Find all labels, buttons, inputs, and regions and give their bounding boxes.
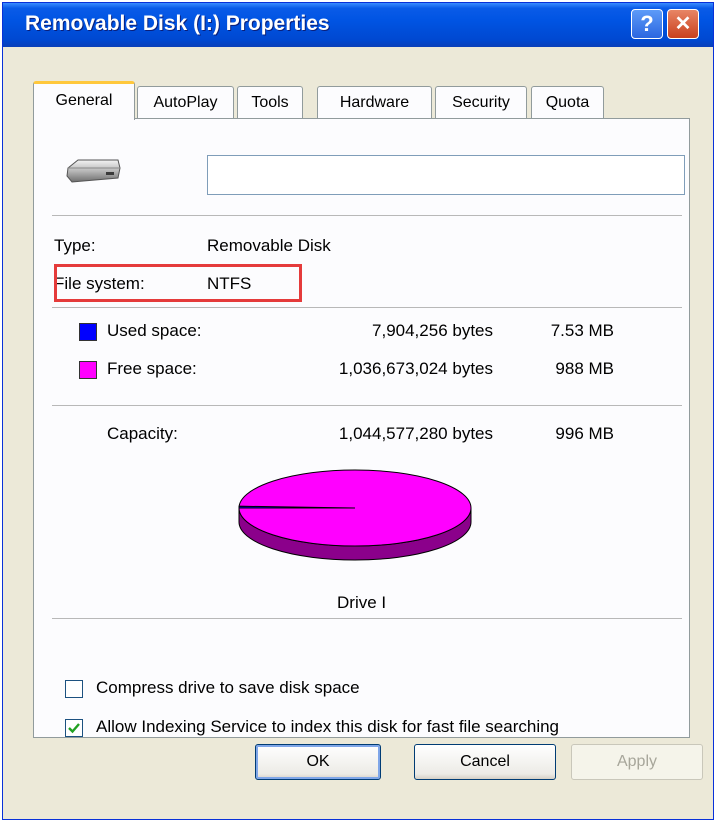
- tab-quota[interactable]: Quota: [531, 86, 604, 119]
- apply-button[interactable]: Apply: [571, 744, 703, 780]
- window-title: Removable Disk (I:) Properties: [25, 12, 330, 35]
- tab-tools[interactable]: Tools: [237, 86, 303, 119]
- separator: [52, 618, 682, 619]
- compress-drive-label: Compress drive to save disk space: [96, 678, 360, 697]
- title-bar[interactable]: Removable Disk (I:) Properties ? ✕: [3, 3, 713, 47]
- tab-general[interactable]: General: [33, 81, 135, 120]
- allow-indexing-checkbox[interactable]: [65, 719, 83, 737]
- volume-label-input[interactable]: [207, 155, 685, 195]
- type-value: Removable Disk: [207, 236, 331, 255]
- help-button[interactable]: ?: [631, 9, 663, 39]
- capacity-size: 996 MB: [555, 424, 614, 443]
- used-space-label: Used space:: [107, 321, 202, 340]
- free-space-bytes: 1,036,673,024 bytes: [338, 359, 493, 378]
- file-system-highlight-box: [54, 264, 302, 302]
- capacity-bytes: 1,044,577,280 bytes: [338, 424, 493, 443]
- used-space-size: 7.53 MB: [550, 321, 614, 340]
- disk-usage-pie-chart: [238, 469, 472, 561]
- type-label: Type:: [54, 236, 96, 255]
- tab-hardware[interactable]: Hardware: [317, 86, 432, 119]
- free-space-label: Free space:: [107, 359, 197, 378]
- used-space-bytes: 7,904,256 bytes: [372, 321, 493, 340]
- free-space-size: 988 MB: [555, 359, 614, 378]
- removable-drive-icon: [66, 159, 121, 183]
- used-space-swatch: [79, 323, 97, 341]
- capacity-label: Capacity:: [107, 424, 178, 443]
- compress-drive-checkbox[interactable]: [65, 680, 83, 698]
- checkmark-icon: [68, 723, 80, 734]
- tab-autoplay[interactable]: AutoPlay: [137, 86, 234, 119]
- separator: [52, 405, 682, 406]
- free-space-swatch: [79, 361, 97, 379]
- allow-indexing-label: Allow Indexing Service to index this dis…: [96, 717, 560, 736]
- separator: [52, 215, 682, 216]
- drive-label: Drive I: [337, 593, 387, 612]
- tab-security[interactable]: Security: [435, 86, 527, 119]
- close-button[interactable]: ✕: [667, 9, 699, 39]
- properties-window: Removable Disk (I:) Properties ? ✕ Gener…: [2, 2, 714, 820]
- ok-button[interactable]: OK: [255, 744, 381, 780]
- separator: [52, 307, 682, 308]
- cancel-button[interactable]: Cancel: [414, 744, 556, 780]
- general-tab-panel: Type: Removable Disk File system: NTFS U…: [33, 118, 690, 738]
